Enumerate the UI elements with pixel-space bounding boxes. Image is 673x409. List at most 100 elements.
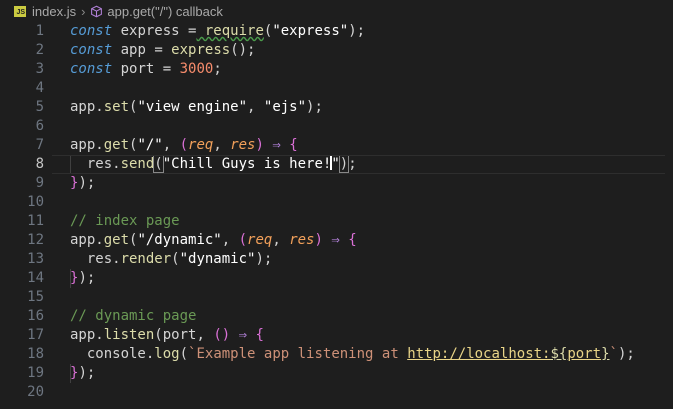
- breadcrumb-symbol[interactable]: app.get("/") callback: [107, 4, 222, 19]
- line-content: // index page: [70, 212, 180, 231]
- param-paren: ): [221, 327, 231, 343]
- code-line[interactable]: 10: [0, 193, 673, 212]
- punctuation: (: [171, 251, 180, 267]
- code-line[interactable]: 20: [0, 383, 673, 402]
- function-name: get: [103, 232, 130, 248]
- code-line[interactable]: 1 const express = require("express");: [0, 22, 673, 41]
- parameter: req: [188, 137, 214, 153]
- code-line[interactable]: 3 const port = 3000;: [0, 60, 673, 79]
- punctuation: ,: [272, 232, 290, 248]
- arrow-operator: ⇒: [322, 232, 349, 248]
- punctuation: ,: [221, 232, 239, 248]
- punctuation: ();: [230, 42, 256, 58]
- chevron-right-icon: ›: [81, 3, 86, 19]
- function-name: log: [154, 346, 180, 362]
- punctuation: );: [78, 270, 96, 286]
- identifier: express: [112, 23, 189, 39]
- identifier: app.: [70, 232, 104, 248]
- identifier: app: [112, 42, 155, 58]
- string: "/dynamic": [137, 232, 222, 248]
- line-number: 15: [27, 289, 44, 305]
- code-line[interactable]: 5 app.set("view engine", "ejs");: [0, 98, 673, 117]
- code-line[interactable]: 6: [0, 117, 673, 136]
- line-number: 12: [27, 232, 44, 248]
- punctuation: ,: [162, 137, 180, 153]
- function-name: express: [162, 42, 231, 58]
- code-line[interactable]: 17 app.listen(port, () ⇒ {: [0, 326, 673, 345]
- line-number: 18: [27, 346, 44, 362]
- code-line[interactable]: 13 res.render("dynamic");: [0, 250, 673, 269]
- parameter: res: [289, 232, 315, 248]
- code-line[interactable]: 2 const app = express();: [0, 41, 673, 60]
- line-content: console.log(`Example app listening at ht…: [70, 345, 635, 364]
- line-content: });: [70, 364, 95, 383]
- javascript-file-icon: JS: [14, 5, 26, 17]
- operator: =: [162, 61, 172, 77]
- code-line[interactable]: 16 // dynamic page: [0, 307, 673, 326]
- code-line[interactable]: 4: [0, 79, 673, 98]
- line-number: 17: [27, 327, 44, 343]
- line-number: 3: [35, 61, 44, 77]
- string: "dynamic": [179, 251, 256, 267]
- line-number: 5: [35, 99, 44, 115]
- number-literal: 3000: [171, 61, 214, 77]
- function-name: require: [196, 23, 264, 39]
- punctuation: ,: [213, 137, 231, 153]
- line-number: 6: [35, 118, 44, 134]
- keyword: const: [70, 42, 113, 58]
- identifier: res.: [86, 251, 121, 267]
- line-number: 13: [27, 251, 44, 267]
- line-content: const app = express();: [70, 41, 255, 60]
- identifier: port: [112, 61, 163, 77]
- code-line-current[interactable]: 8 res.send("Chill Guys is here!");: [0, 155, 673, 174]
- method-cube-icon: [91, 5, 103, 17]
- code-line[interactable]: 12 app.get("/dynamic", (req, res) ⇒ {: [0, 231, 673, 250]
- url-link[interactable]: http://localhost:: [407, 346, 550, 362]
- punctuation: (port,: [154, 327, 214, 343]
- matched-bracket: (: [153, 155, 164, 173]
- line-content: });: [70, 269, 95, 288]
- interpolation-open: ${: [550, 346, 568, 362]
- punctuation: (: [179, 346, 189, 362]
- code-line[interactable]: 11 // index page: [0, 212, 673, 231]
- line-number: 16: [27, 308, 44, 324]
- line-number: 20: [27, 384, 44, 400]
- code-line[interactable]: 18 console.log(`Example app listening at…: [0, 345, 673, 364]
- code-line[interactable]: 19 });: [0, 364, 673, 383]
- string: "express": [272, 23, 349, 39]
- string: "view engine": [137, 99, 248, 115]
- code-line[interactable]: 7 app.get("/", (req, res) ⇒ {: [0, 136, 673, 155]
- operator: =: [154, 42, 163, 58]
- comment: // dynamic page: [70, 308, 197, 324]
- brace: {: [289, 137, 298, 153]
- line-number: 19: [27, 365, 44, 381]
- code-editor[interactable]: 1 const express = require("express"); 2 …: [0, 22, 673, 402]
- punctuation: );: [78, 365, 96, 381]
- breadcrumb-file[interactable]: index.js: [32, 4, 76, 19]
- parameter: res: [230, 137, 256, 153]
- line-number: 8: [35, 156, 44, 172]
- interpolated-variable: port: [567, 346, 602, 362]
- punctuation: ;: [348, 156, 357, 172]
- identifier: app.: [70, 327, 104, 343]
- punctuation: );: [255, 251, 273, 267]
- function-name: send: [120, 156, 155, 172]
- brace: {: [348, 232, 357, 248]
- identifier: app.: [70, 99, 104, 115]
- param-paren: ): [314, 232, 323, 248]
- matched-bracket: ): [338, 155, 350, 173]
- punctuation: );: [306, 99, 323, 115]
- line-content: // dynamic page: [70, 307, 196, 326]
- code-line[interactable]: 9 });: [0, 174, 673, 193]
- function-name: render: [120, 251, 172, 267]
- line-content: });: [70, 174, 95, 193]
- function-name: get: [103, 137, 130, 153]
- line-content: const port = 3000;: [70, 60, 222, 79]
- code-line[interactable]: 15: [0, 288, 673, 307]
- line-content: app.set("view engine", "ejs");: [70, 98, 323, 117]
- punctuation: ;: [213, 61, 222, 77]
- code-line[interactable]: 14 });: [0, 269, 673, 288]
- punctuation: );: [617, 346, 635, 362]
